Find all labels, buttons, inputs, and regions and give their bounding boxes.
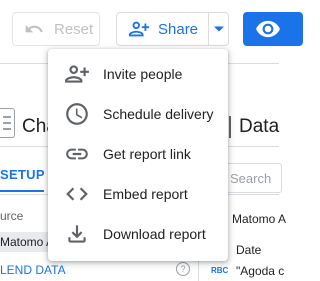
- menu-item-label: Embed report: [103, 186, 188, 202]
- menu-item-download-report[interactable]: Download report: [48, 214, 228, 254]
- menu-item-label: Get report link: [103, 146, 191, 162]
- menu-item-label: Invite people: [103, 66, 183, 82]
- share-menu: Invite people Schedule delivery Get repo…: [48, 49, 228, 261]
- reset-button[interactable]: Reset: [12, 12, 100, 46]
- data-search-input[interactable]: Search: [222, 163, 282, 193]
- blend-data-link[interactable]: LEND DATA: [0, 263, 66, 277]
- data-source-chip[interactable]: Matomo A: [0, 232, 50, 252]
- text-type-badge: RBC: [211, 266, 229, 275]
- data-panel-title: Data: [239, 116, 280, 137]
- menu-item-schedule-delivery[interactable]: Schedule delivery: [48, 94, 228, 134]
- person-add-icon: [65, 65, 89, 83]
- menu-item-get-report-link[interactable]: Get report link: [48, 134, 228, 174]
- undo-icon: [25, 24, 43, 33]
- download-icon: [68, 225, 86, 243]
- data-source-name: Matomo A: [232, 212, 287, 226]
- menu-item-label: Download report: [103, 226, 206, 242]
- tab-setup[interactable]: SETUP: [0, 167, 45, 182]
- tab-setup-indicator: [0, 190, 44, 192]
- field-text[interactable]: "Agoda c: [236, 264, 284, 278]
- share-button[interactable]: Share: [116, 12, 229, 46]
- data-source-label: urce: [0, 209, 24, 223]
- panel-separator: [229, 116, 231, 138]
- field-date[interactable]: Date: [236, 243, 261, 257]
- help-icon[interactable]: ?: [176, 262, 190, 276]
- reset-label: Reset: [54, 20, 94, 38]
- chart-type-icon: [0, 108, 15, 138]
- share-dropdown-toggle[interactable]: [209, 13, 228, 45]
- caret-down-icon: [213, 26, 224, 32]
- eye-icon: [256, 20, 280, 38]
- clock-icon: [66, 103, 88, 125]
- link-icon: [66, 148, 88, 160]
- view-button[interactable]: [243, 12, 303, 46]
- menu-item-label: Schedule delivery: [103, 106, 214, 122]
- share-label: Share: [158, 20, 199, 38]
- code-icon: [66, 187, 88, 201]
- menu-item-embed-report[interactable]: Embed report: [48, 174, 228, 214]
- person-add-icon: [128, 21, 150, 37]
- menu-item-invite-people[interactable]: Invite people: [48, 54, 228, 94]
- share-main-button[interactable]: Share: [117, 13, 208, 45]
